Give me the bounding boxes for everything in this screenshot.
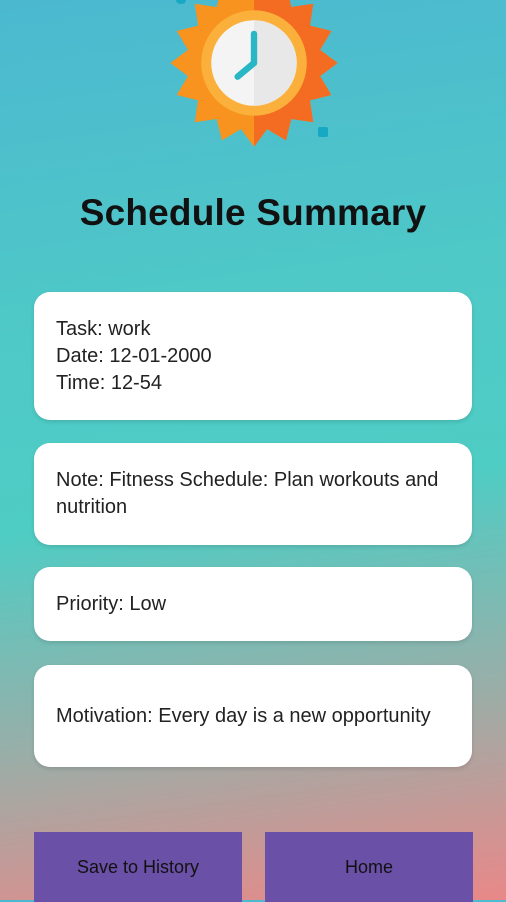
priority-card: Priority: Low [34,567,472,641]
note-text: Note: Fitness Schedule: Plan workouts an… [56,469,439,518]
motivation-text: Motivation: Every day is a new opportuni… [56,704,431,727]
task-details-card: Task: work Date: 12-01-2000 Time: 12-54 [34,292,472,420]
time-text: Time: 12-54 [56,371,162,394]
home-button[interactable]: Home [265,832,473,902]
date-text: Date: 12-01-2000 [56,344,212,367]
task-text: Task: work [56,317,151,340]
priority-text: Priority: Low [56,592,167,615]
save-to-history-button[interactable]: Save to History [34,832,242,902]
decorative-square [318,127,328,137]
note-card: Note: Fitness Schedule: Plan workouts an… [34,443,472,545]
page-title: Schedule Summary [79,192,427,233]
motivation-card: Motivation: Every day is a new opportuni… [34,665,472,767]
